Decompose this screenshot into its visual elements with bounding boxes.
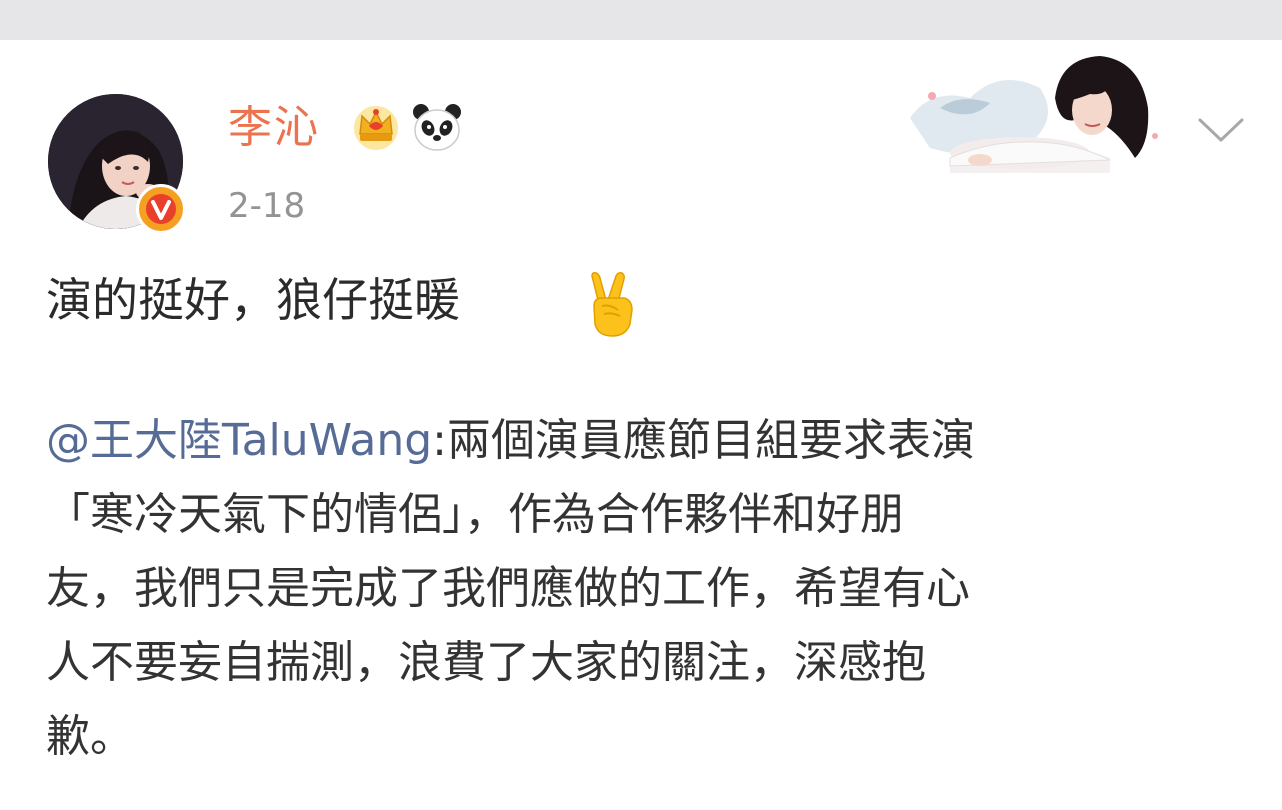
victory-hand-icon xyxy=(586,270,638,342)
verified-badge-icon xyxy=(136,184,186,234)
quote-line-text: :兩個演員應節目組要求表演 xyxy=(432,415,975,466)
post-text: 演的挺好，狼仔挺暖 xyxy=(46,273,460,327)
quote-line: 「寒冷天氣下的情侶」，作為合作夥伴和好朋 xyxy=(46,489,904,540)
panda-icon[interactable] xyxy=(410,102,464,156)
post-date[interactable]: 2-18 xyxy=(228,186,305,226)
top-strip xyxy=(0,0,1282,40)
post-body: 李沁 2-18 演的挺好，狼仔挺暖 @王大陸TaluWang:兩個演員應節目組要… xyxy=(0,40,1282,810)
chevron-down-icon[interactable] xyxy=(1196,114,1246,150)
quote-line: 友，我們只是完成了我們應做的工作，希望有心 xyxy=(46,563,970,614)
weibo-post-card: 李沁 2-18 演的挺好，狼仔挺暖 @王大陸TaluWang:兩個演員應節目組要… xyxy=(0,40,1282,810)
quote-line: 歉。 xyxy=(46,711,134,762)
username-link[interactable]: 李沁 xyxy=(228,100,320,156)
quoted-statement: @王大陸TaluWang:兩個演員應節目組要求表演 「寒冷天氣下的情侶」，作為合… xyxy=(46,404,1236,774)
mention-link[interactable]: @王大陸TaluWang xyxy=(46,415,432,466)
quote-line: @王大陸TaluWang:兩個演員應節目組要求表演 xyxy=(46,404,1236,478)
quote-line: 人不要妄自揣測，浪費了大家的關注，深感抱 xyxy=(46,637,926,688)
card-decoration-image xyxy=(910,48,1170,173)
crown-icon[interactable] xyxy=(350,100,402,156)
